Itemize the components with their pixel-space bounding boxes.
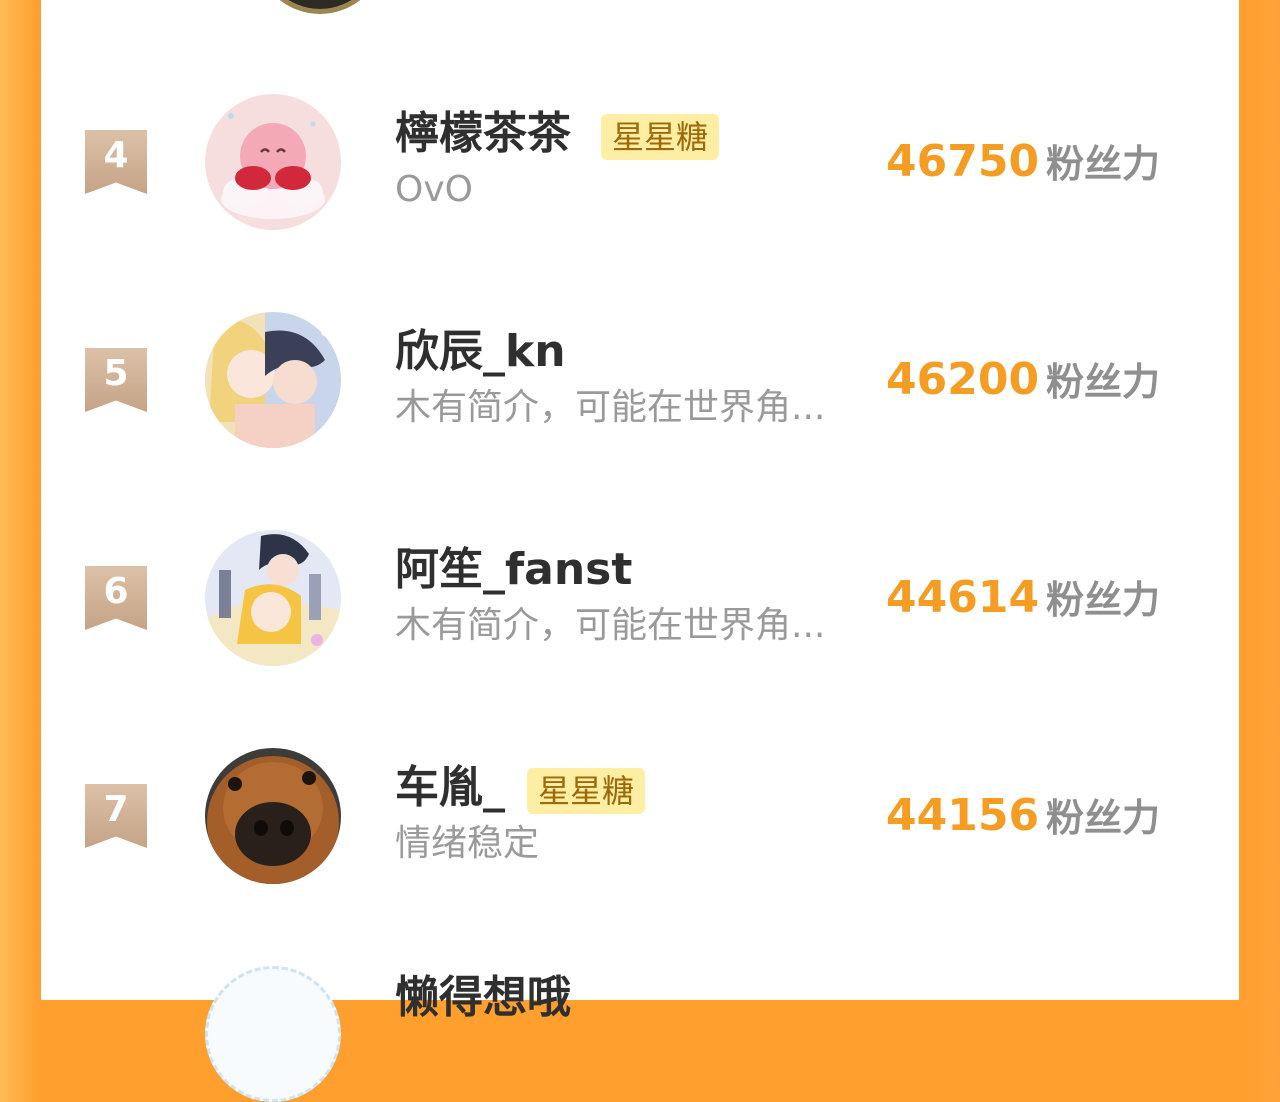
rank-badge: 4: [85, 130, 147, 194]
anime-group-avatar[interactable]: [205, 530, 341, 666]
rank-number: 4: [103, 135, 129, 176]
rank-badge: 5: [85, 348, 147, 412]
fan-power-label: 粉丝力: [1046, 142, 1161, 186]
ranking-row[interactable]: 4 檸檬茶茶 星星糖 OvO 46750 粉丝力: [41, 92, 1239, 232]
fan-power-score: 44614: [886, 572, 1040, 623]
user-bio: 木有简介，可能在世界角...: [395, 605, 826, 646]
fan-power-score: 46750: [886, 136, 1040, 187]
ranking-row[interactable]: 6 阿笙_fanst 木有简介，可能在世界角... 44614 粉丝力: [41, 528, 1239, 668]
star-candy-tag: 星星糖: [527, 768, 646, 814]
rank-number: 6: [103, 571, 129, 612]
rank-number: 5: [103, 353, 129, 394]
user-bio: 木有简介，可能在世界角...: [395, 387, 826, 428]
rank-badge: 7: [85, 784, 147, 848]
fan-power-label: 粉丝力: [1046, 578, 1161, 622]
rank-badge: 6: [85, 566, 147, 630]
rank-number: 7: [103, 789, 129, 830]
dog-closeup-avatar[interactable]: [205, 748, 341, 884]
previous-user-avatar[interactable]: [255, 0, 385, 14]
fan-power-label: 粉丝力: [1046, 796, 1161, 840]
ranking-row[interactable]: 7 车胤_ 星星糖 情绪稳定 44156 粉丝力: [41, 746, 1239, 886]
user-name[interactable]: 车胤_: [395, 760, 505, 816]
user-name[interactable]: 欣辰_kn: [395, 324, 566, 380]
fan-power-score: 46200: [886, 354, 1040, 405]
anime-couple-avatar[interactable]: [205, 312, 341, 448]
user-name[interactable]: 阿笙_fanst: [395, 542, 632, 598]
ranking-row[interactable]: 5 欣辰_kn 木有简介，可能在世界角... 46200 粉丝力: [41, 310, 1239, 450]
fan-power-label: 粉丝力: [1046, 360, 1161, 404]
next-user-name[interactable]: 懒得想哦: [395, 970, 571, 1026]
user-name[interactable]: 檸檬茶茶: [395, 106, 571, 162]
star-candy-tag: 星星糖: [601, 114, 720, 160]
next-user-avatar[interactable]: [205, 966, 341, 1102]
user-bio: OvO: [395, 169, 473, 210]
fan-power-score: 44156: [886, 790, 1040, 841]
ranking-panel: 4 檸檬茶茶 星星糖 OvO 46750 粉丝力 5 欣辰_kn 木有简介，可能…: [41, 0, 1239, 1102]
kirby-cloud-avatar[interactable]: [205, 94, 341, 230]
user-bio: 情绪稳定: [395, 823, 540, 864]
